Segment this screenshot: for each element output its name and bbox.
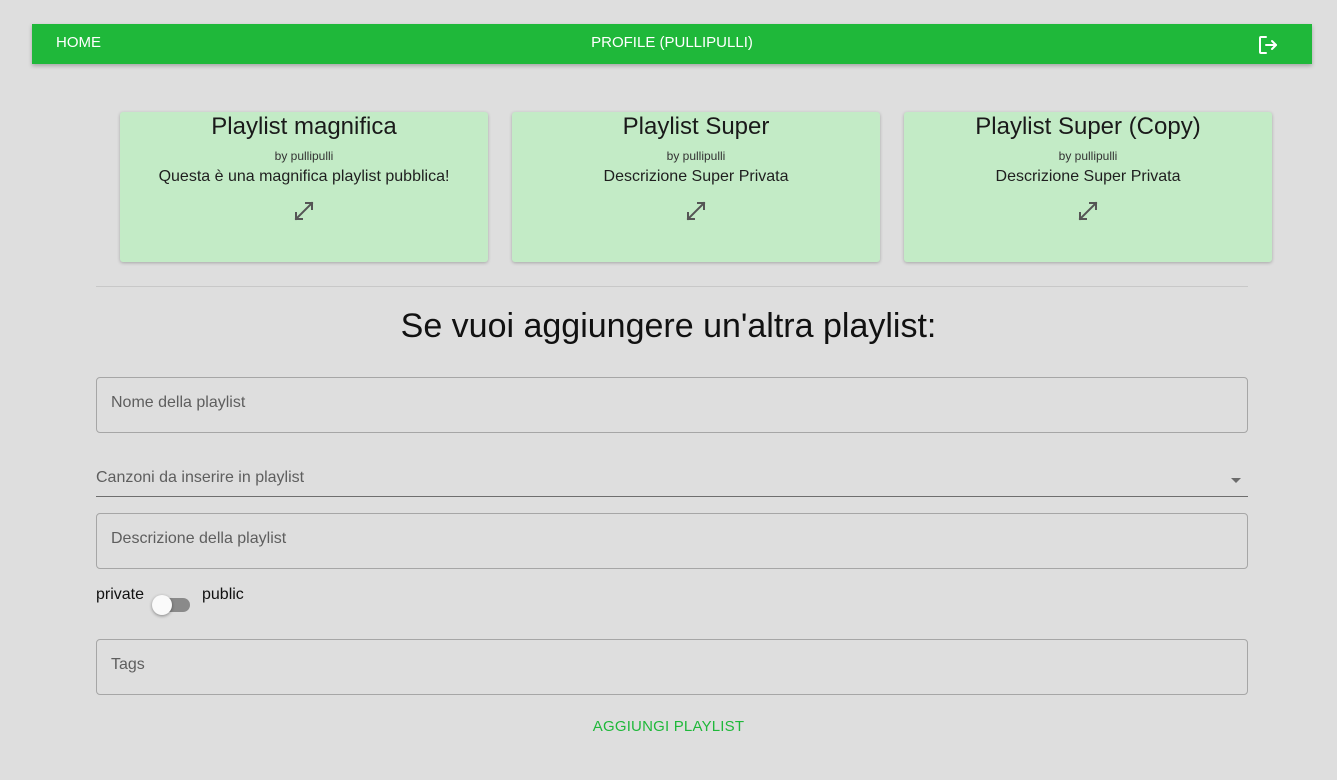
playlist-name-input[interactable] — [97, 378, 1247, 432]
playlist-card: Playlist Super by pullipulli Descrizione… — [512, 112, 880, 262]
playlist-title: Playlist Super — [622, 113, 770, 140]
playlist-card: Playlist magnifica by pullipulli Questa … — [120, 112, 488, 262]
switch-thumb — [152, 595, 172, 615]
playlist-author: by pullipulli — [274, 149, 334, 163]
visibility-toggle-row: private public — [96, 583, 296, 615]
playlist-card: Playlist Super (Copy) by pullipulli Desc… — [904, 112, 1272, 262]
profile-title: PROFILE (PULLIPULLI) — [591, 34, 753, 51]
submit-row: AGGIUNGI PLAYLIST — [0, 716, 1337, 737]
playlist-description: Questa è una magnifica playlist pubblica… — [158, 168, 450, 185]
playlist-name-field — [96, 377, 1248, 433]
expand-icon[interactable] — [1076, 199, 1100, 223]
top-navbar: HOME PROFILE (PULLIPULLI) — [32, 24, 1312, 64]
tags-input[interactable] — [97, 640, 1247, 694]
expand-icon[interactable] — [292, 199, 316, 223]
form-title: Se vuoi aggiungere un'altra playlist: — [400, 307, 937, 345]
playlist-author: by pullipulli — [666, 149, 726, 163]
playlist-description: Descrizione Super Privata — [603, 168, 789, 185]
playlist-description-input[interactable] — [97, 514, 1247, 568]
playlist-description-field — [96, 513, 1248, 569]
songs-select-label: Canzoni da inserire in playlist — [96, 469, 305, 486]
public-label: public — [202, 586, 244, 603]
add-playlist-button[interactable]: AGGIUNGI PLAYLIST — [587, 716, 751, 737]
playlist-title: Playlist Super (Copy) — [975, 113, 1201, 140]
playlist-description: Descrizione Super Privata — [995, 168, 1181, 185]
songs-select[interactable]: Canzoni da inserire in playlist — [96, 462, 1248, 497]
playlist-cards: Playlist magnifica by pullipulli Questa … — [120, 112, 1272, 262]
section-divider — [96, 286, 1248, 287]
logout-icon[interactable] — [1256, 33, 1280, 57]
home-link[interactable]: HOME — [56, 24, 101, 64]
private-label: private — [96, 586, 145, 603]
expand-icon[interactable] — [684, 199, 708, 223]
tags-field — [96, 639, 1248, 695]
playlist-author: by pullipulli — [1058, 149, 1118, 163]
playlist-title: Playlist magnifica — [211, 113, 397, 140]
dropdown-arrow-icon — [1231, 478, 1241, 483]
visibility-switch[interactable] — [152, 595, 192, 615]
